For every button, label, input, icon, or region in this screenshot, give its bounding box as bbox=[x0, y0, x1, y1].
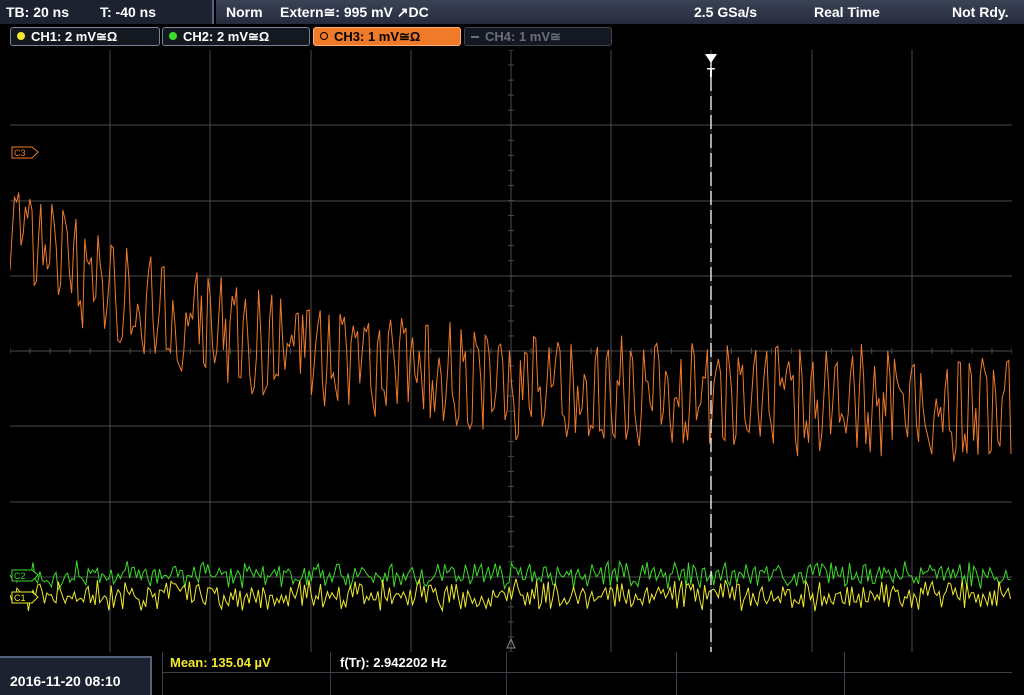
channel-2-tab[interactable]: CH2: 2 mV≅Ω bbox=[162, 27, 310, 46]
channel-3-color-dot bbox=[320, 32, 328, 40]
channel-1-label: CH1: 2 mV≅Ω bbox=[31, 29, 118, 44]
channel-2-marker-label: C2 bbox=[14, 571, 26, 581]
measurement-row-divider bbox=[162, 672, 1012, 673]
channel-4-tab[interactable]: CH4: 1 mV≅ bbox=[464, 27, 612, 46]
trigger-frequency-measurement[interactable]: f(Tr): 2.942202 Hz bbox=[340, 655, 447, 670]
channel-tab-row: CH1: 2 mV≅Ω CH2: 2 mV≅Ω CH3: 1 mV≅Ω CH4:… bbox=[0, 26, 1024, 48]
acquisition-mode: Real Time bbox=[814, 4, 880, 20]
measurement-col-divider bbox=[676, 652, 677, 695]
trigger-time-readout: T: -40 ns bbox=[100, 4, 157, 20]
measurement-col-divider bbox=[506, 652, 507, 695]
channel-4-off-icon bbox=[471, 36, 479, 38]
top-status-bar: TB: 20 ns T: -40 ns Norm Extern≅: 995 mV… bbox=[0, 0, 1024, 24]
mean-measurement[interactable]: Mean: 135.04 µV bbox=[170, 655, 271, 670]
channel-3-label: CH3: 1 mV≅Ω bbox=[334, 29, 421, 44]
channel-3-ground-marker[interactable]: C3 bbox=[11, 146, 39, 159]
measurement-table[interactable] bbox=[162, 652, 1013, 695]
trigger-marker-label: T bbox=[707, 65, 715, 80]
datetime-readout: 2016-11-20 08:10 bbox=[10, 673, 121, 689]
measurement-col-divider bbox=[330, 652, 331, 695]
sample-rate: 2.5 GSa/s bbox=[694, 4, 758, 20]
channel-1-ground-marker[interactable]: C1 bbox=[11, 591, 39, 604]
acquisition-status: Not Rdy. bbox=[952, 4, 1009, 20]
timebase-readout: TB: 20 ns bbox=[6, 4, 70, 20]
waveform-graticule[interactable]: T C3 C2 C1 bbox=[9, 49, 1013, 653]
channel-1-marker-label: C1 bbox=[14, 593, 26, 603]
measurement-col-divider bbox=[844, 652, 845, 695]
trigger-mode: Norm bbox=[226, 4, 263, 20]
trigger-status-strip[interactable]: Norm Extern≅: 995 mV ↗DC 2.5 GSa/s Real … bbox=[216, 0, 1024, 24]
channel-1-color-dot bbox=[17, 32, 25, 40]
trigger-source: Extern≅: 995 mV ↗DC bbox=[280, 4, 429, 20]
channel-2-ground-marker[interactable]: C2 bbox=[11, 569, 39, 582]
channel-2-color-dot bbox=[169, 32, 177, 40]
timebase-panel[interactable]: TB: 20 ns T: -40 ns bbox=[0, 0, 214, 24]
channel-3-marker-label: C3 bbox=[14, 148, 26, 158]
datetime-panel: 2016-11-20 08:10 bbox=[0, 656, 152, 695]
channel-3-tab[interactable]: CH3: 1 mV≅Ω bbox=[313, 27, 461, 46]
channel-2-label: CH2: 2 mV≅Ω bbox=[183, 29, 270, 44]
channel-1-tab[interactable]: CH1: 2 mV≅Ω bbox=[10, 27, 160, 46]
channel-4-label: CH4: 1 mV≅ bbox=[485, 29, 561, 44]
waveform-display[interactable]: T C3 C2 C1 bbox=[9, 49, 1013, 653]
